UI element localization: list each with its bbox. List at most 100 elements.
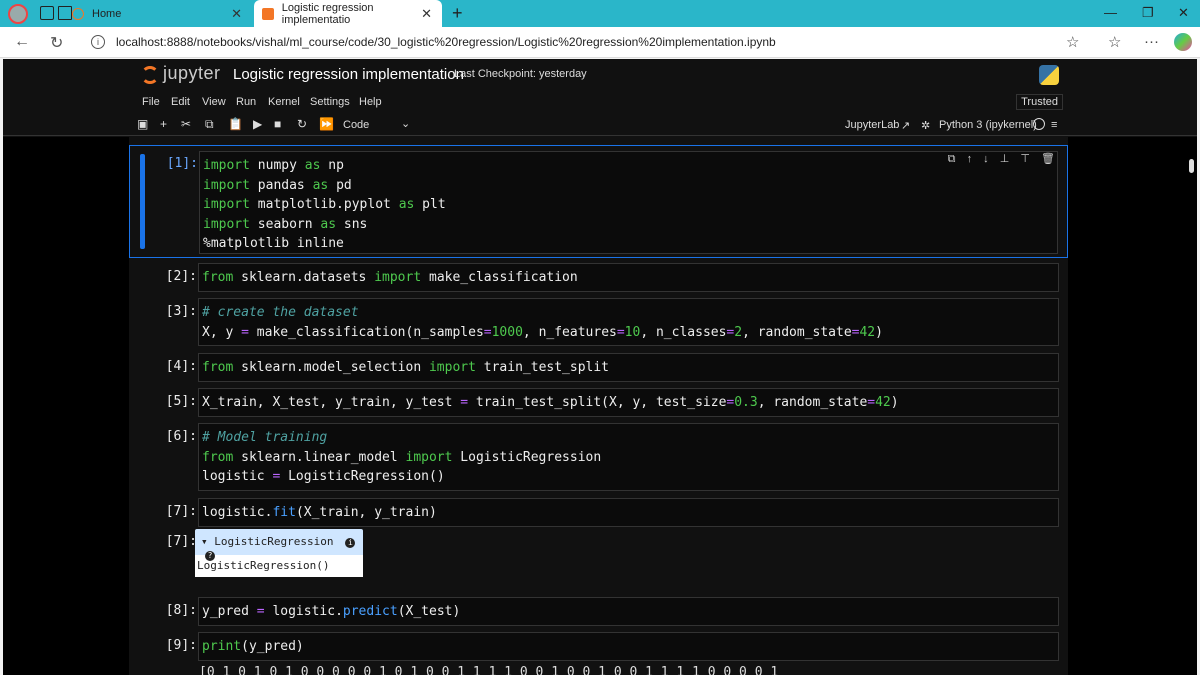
close-icon[interactable]: ✕ <box>421 6 432 22</box>
checkpoint-status: Last Checkpoint: yesterday <box>454 68 587 80</box>
jupyterlab-link[interactable]: JupyterLab <box>845 119 899 131</box>
tab-strip: Home ✕ Logistic regression implementatio… <box>0 0 1200 27</box>
refresh-icon[interactable]: ↻ <box>50 33 63 53</box>
menu-run[interactable]: Run <box>236 96 256 108</box>
favorite-star-icon[interactable]: ☆ <box>1066 33 1079 51</box>
insert-below-icon[interactable]: ⊤ <box>1020 153 1030 165</box>
copy-icon[interactable]: ⧉ <box>205 117 214 132</box>
cell-editor[interactable]: from sklearn.model_selection import trai… <box>198 353 1059 382</box>
stop-icon[interactable]: ■ <box>274 117 281 131</box>
menu-help[interactable]: Help <box>359 96 382 108</box>
paste-icon[interactable]: 📋 <box>228 117 243 131</box>
minimize-icon[interactable]: — <box>1104 5 1117 20</box>
cell-editor[interactable]: import numpy as np import pandas as pd i… <box>199 151 1058 254</box>
run-icon[interactable]: ▶ <box>253 117 262 131</box>
move-up-icon[interactable]: ↑ <box>967 153 973 165</box>
cell-type-select[interactable]: Code <box>343 119 369 131</box>
code-cell-6[interactable]: [6]: # Model training from sklearn.linea… <box>129 421 1068 493</box>
restart-icon[interactable]: ↻ <box>297 117 307 131</box>
url-field[interactable]: localhost:8888/notebooks/vishal/ml_cours… <box>116 35 776 49</box>
output-cell-7: [7]: ▾ LogisticRegression i? LogisticRegr… <box>129 529 1068 581</box>
cell-editor[interactable]: X_train, X_test, y_train, y_test = train… <box>198 388 1059 417</box>
code-cell-8[interactable]: [8]: y_pred = logistic.predict(X_test) <box>129 595 1068 627</box>
external-link-icon[interactable]: ↗ <box>901 119 910 132</box>
cell-prompt: [6]: <box>165 429 197 444</box>
cell-prompt: [9]: <box>165 638 197 653</box>
cell-editor[interactable]: # Model training from sklearn.linear_mod… <box>198 423 1059 491</box>
tab-home-label: Home <box>92 7 122 20</box>
cell-editor[interactable]: # create the dataset X, y = make_classif… <box>198 298 1059 346</box>
cell-editor[interactable]: logistic.fit(X_train, y_train) <box>198 498 1059 527</box>
jupyter-logo-text[interactable]: jupyter <box>163 63 221 84</box>
more-options-icon[interactable]: ··· <box>1144 33 1159 50</box>
cell-editor[interactable]: y_pred = logistic.predict(X_test) <box>198 597 1059 626</box>
cell-editor[interactable]: print(y_pred) <box>198 632 1059 661</box>
copilot-icon[interactable] <box>1174 33 1192 51</box>
menu-edit[interactable]: Edit <box>171 96 190 108</box>
menu-view[interactable]: View <box>202 96 226 108</box>
profile-avatar[interactable] <box>8 4 28 24</box>
menu-icon[interactable]: ≡ <box>1051 119 1057 131</box>
favorites-list-icon[interactable]: ☆ <box>1108 33 1121 51</box>
cell-prompt: [2]: <box>165 269 197 284</box>
python-logo-icon <box>1039 65 1059 85</box>
notebook-title[interactable]: Logistic regression implementation <box>233 66 464 83</box>
vertical-tabs-icon[interactable] <box>58 6 72 20</box>
code-cell-5[interactable]: [5]: X_train, X_test, y_train, y_test = … <box>129 386 1068 418</box>
restore-icon[interactable]: ❐ <box>1142 5 1154 21</box>
cell-editor[interactable]: from sklearn.datasets import make_classi… <box>198 263 1059 292</box>
site-info-icon[interactable]: i <box>91 35 105 49</box>
home-tab-favicon <box>72 7 84 20</box>
jupyter-header: jupyter Logistic regression implementati… <box>3 59 1197 91</box>
tab-notebook[interactable]: Logistic regression implementatio ✕ <box>254 0 442 27</box>
output-prompt: [7]: <box>165 534 197 549</box>
notebook-scrollbar[interactable] <box>1188 155 1195 675</box>
move-down-icon[interactable]: ↓ <box>983 153 989 165</box>
menu-bar: File Edit View Run Kernel Settings Help … <box>3 91 1197 113</box>
menu-settings[interactable]: Settings <box>310 96 350 108</box>
save-icon[interactable]: ▣ <box>137 117 148 131</box>
cut-icon[interactable]: ✂ <box>181 117 191 131</box>
new-tab-icon[interactable]: + <box>452 3 463 24</box>
menu-kernel[interactable]: Kernel <box>268 96 300 108</box>
window-close-icon[interactable]: ✕ <box>1178 5 1189 21</box>
code-cell-3[interactable]: [3]: # create the dataset X, y = make_cl… <box>129 296 1068 348</box>
trusted-badge[interactable]: Trusted <box>1016 94 1063 110</box>
cell-toolbar: ⧉ ↑ ↓ ⊥ ⊤ 🗑 <box>940 152 1055 166</box>
chevron-down-icon[interactable]: ⌄ <box>401 117 410 130</box>
insert-above-icon[interactable]: ⊥ <box>1000 153 1010 165</box>
estimator-repr: LogisticRegression() <box>195 555 363 577</box>
estimator-header[interactable]: ▾ LogisticRegression i? <box>195 529 363 561</box>
notebook-cells: [1]: import numpy as np import pandas as… <box>129 137 1068 675</box>
code-cell-4[interactable]: [4]: from sklearn.model_selection import… <box>129 351 1068 383</box>
cell-prompt: [3]: <box>165 304 197 319</box>
jupyter-logo-icon[interactable] <box>141 66 159 84</box>
estimator-name: LogisticRegression <box>214 535 334 548</box>
info-icon[interactable]: i <box>345 538 356 548</box>
run-all-icon[interactable]: ⏩ <box>319 117 334 131</box>
duplicate-icon[interactable]: ⧉ <box>948 153 956 165</box>
back-icon[interactable]: ← <box>14 33 30 51</box>
cell-prompt: [8]: <box>165 603 197 618</box>
code-cell-7[interactable]: [7]: logistic.fit(X_train, y_train) <box>129 496 1068 528</box>
print-output: [0 1 0 1 0 1 0 0 0 0 0 1 0 1 0 0 1 1 1 1… <box>199 665 779 675</box>
scrollbar-thumb[interactable] <box>1189 159 1194 173</box>
tab-home[interactable]: Home ✕ <box>72 0 252 27</box>
cell-prompt: [4]: <box>165 359 197 374</box>
workspaces-icon[interactable] <box>40 6 54 20</box>
add-cell-icon[interactable]: + <box>160 117 167 131</box>
jupyter-favicon-icon <box>262 7 274 20</box>
tab-notebook-label: Logistic regression implementatio <box>281 1 374 26</box>
code-cell-2[interactable]: [2]: from sklearn.datasets import make_c… <box>129 261 1068 293</box>
code-cell-9[interactable]: [9]: print(y_pred) <box>129 630 1068 662</box>
code-cell-1[interactable]: [1]: import numpy as np import pandas as… <box>129 145 1068 258</box>
notebook-area: [1]: import numpy as np import pandas as… <box>3 137 1197 675</box>
gear-icon[interactable]: ✲ <box>921 119 930 132</box>
delete-icon[interactable]: 🗑 <box>1041 153 1055 165</box>
kernel-name[interactable]: Python 3 (ipykernel) <box>939 119 1037 131</box>
jupyter-app: jupyter Logistic regression implementati… <box>3 59 1197 675</box>
output-cell-9: [0 1 0 1 0 1 0 0 0 0 0 1 0 1 0 0 1 1 1 1… <box>129 665 1068 675</box>
menu-file[interactable]: File <box>142 96 160 108</box>
browser-window: Home ✕ Logistic regression implementatio… <box>0 0 1200 675</box>
close-icon[interactable]: ✕ <box>231 6 242 22</box>
